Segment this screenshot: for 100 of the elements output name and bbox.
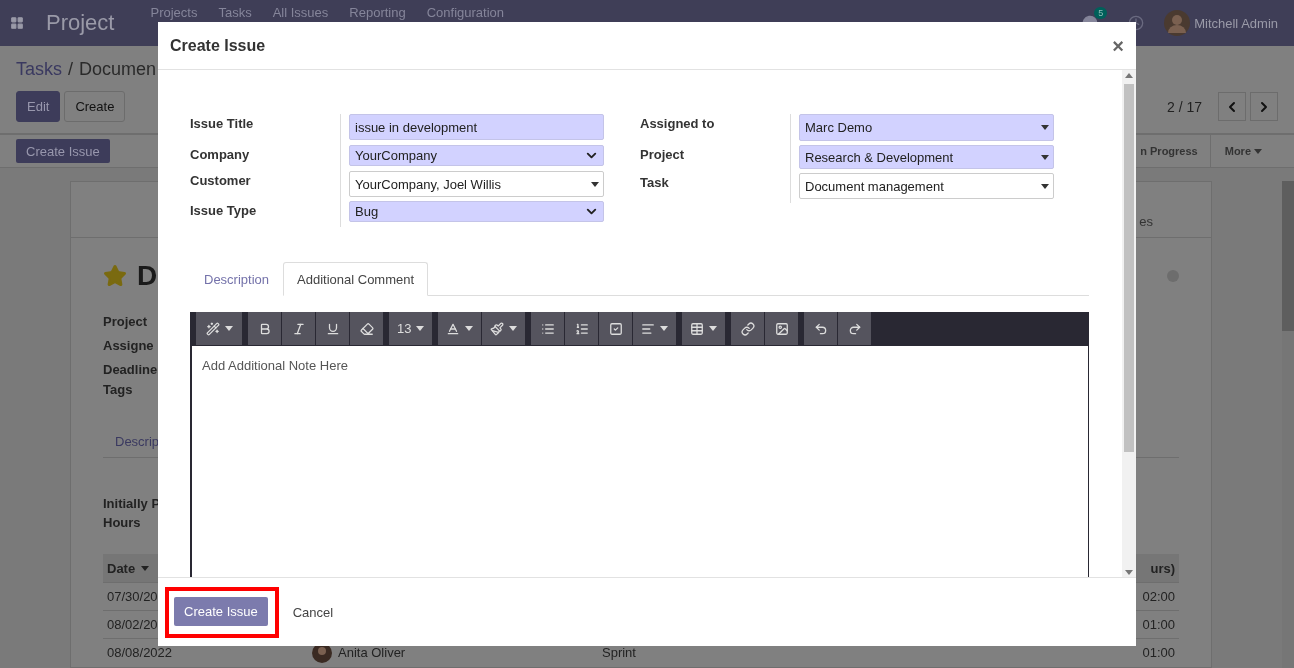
field-label: Issue Type bbox=[190, 201, 341, 227]
menu-item[interactable]: Tasks bbox=[218, 5, 252, 20]
more-button[interactable]: More bbox=[1210, 145, 1294, 157]
field-label: Project bbox=[103, 314, 148, 331]
dropdown-field[interactable]: YourCompany, Joel Willis bbox=[349, 171, 604, 197]
checkbox-icon bbox=[608, 321, 623, 336]
numbered-list-icon bbox=[574, 321, 589, 336]
table-cell-text: 08/02/20 bbox=[107, 617, 159, 632]
caret-icon bbox=[1254, 148, 1262, 154]
link-button[interactable] bbox=[731, 312, 765, 345]
stage-label[interactable]: n Progress bbox=[1140, 135, 1211, 167]
table-cell-text: 08/08/2022 bbox=[107, 645, 174, 660]
smart-button-label[interactable]: es bbox=[1139, 214, 1153, 229]
image-icon bbox=[774, 321, 789, 336]
caret-icon bbox=[1041, 125, 1049, 130]
select-field[interactable]: Bug bbox=[349, 201, 604, 222]
edit-button[interactable]: Edit bbox=[16, 91, 61, 122]
scroll-down-icon[interactable] bbox=[1125, 569, 1133, 575]
select-field[interactable]: YourCompany bbox=[349, 145, 604, 166]
breadcrumb-link[interactable]: Tasks bbox=[16, 58, 62, 80]
field-label: Company bbox=[190, 145, 341, 171]
caret-icon bbox=[1041, 183, 1049, 189]
field-label: Customer bbox=[190, 171, 341, 201]
dialog-title: Create Issue bbox=[170, 36, 266, 55]
caret-icon bbox=[224, 326, 233, 331]
undo-button[interactable] bbox=[804, 312, 838, 345]
apps-menu-icon[interactable] bbox=[10, 16, 24, 30]
caret-icon bbox=[591, 181, 599, 187]
dropdown-field[interactable]: Research & Development bbox=[799, 145, 1054, 169]
highlight-button[interactable] bbox=[482, 312, 526, 345]
notification-badge: 5 bbox=[1094, 7, 1108, 19]
underline-icon bbox=[325, 321, 340, 336]
style-button[interactable] bbox=[196, 312, 242, 345]
dropdown-field[interactable]: Marc Demo bbox=[799, 114, 1054, 141]
caret-icon bbox=[660, 326, 669, 331]
field-label: Hours bbox=[103, 515, 141, 532]
field-label: Project bbox=[640, 145, 791, 173]
italic-button[interactable] bbox=[282, 312, 315, 345]
table-cell-text: 07/30/20 bbox=[107, 589, 159, 604]
star-icon[interactable] bbox=[103, 264, 127, 288]
menu-item[interactable]: Projects bbox=[150, 5, 198, 20]
table-cell-text: 01:00 bbox=[1141, 617, 1175, 632]
table-cell-text: 01:00 bbox=[1141, 645, 1175, 660]
menu-item[interactable]: All Issues bbox=[272, 5, 329, 20]
redo-icon bbox=[847, 321, 862, 336]
align-button[interactable] bbox=[633, 312, 677, 345]
checklist-button[interactable] bbox=[599, 312, 633, 345]
table-cell-text: Sprint bbox=[602, 645, 637, 660]
field-label: Assigned to bbox=[640, 114, 791, 145]
breadcrumb-current: Documen bbox=[79, 58, 157, 80]
table-icon bbox=[690, 321, 705, 336]
bullet-list-icon bbox=[540, 321, 555, 336]
numbered-list-button[interactable] bbox=[565, 312, 599, 345]
align-left-icon bbox=[641, 321, 656, 336]
next-button[interactable] bbox=[1250, 92, 1278, 121]
bullet-list-button[interactable] bbox=[531, 312, 565, 345]
page-scrollbar[interactable] bbox=[1282, 181, 1294, 668]
caret-icon bbox=[709, 326, 718, 331]
clock-icon[interactable] bbox=[1128, 15, 1145, 31]
eraser-icon bbox=[359, 321, 374, 336]
table-button[interactable] bbox=[682, 312, 726, 345]
dialog-scrollbar[interactable] bbox=[1122, 70, 1136, 577]
paintbrush-icon bbox=[490, 321, 505, 336]
user-name[interactable]: Mitchell Admin bbox=[1194, 15, 1278, 31]
font-color-icon bbox=[446, 321, 461, 336]
redo-button[interactable] bbox=[838, 312, 872, 345]
caret-icon bbox=[141, 565, 150, 571]
dropdown-field[interactable]: Document management bbox=[799, 173, 1054, 199]
caret-icon bbox=[1041, 154, 1049, 160]
close-button[interactable]: × bbox=[1112, 35, 1124, 56]
caret-icon bbox=[465, 326, 474, 331]
create-issue-button[interactable]: Create Issue bbox=[174, 596, 268, 626]
font-size-button[interactable]: 13 bbox=[389, 312, 433, 345]
bold-button[interactable] bbox=[248, 312, 281, 345]
image-button[interactable] bbox=[765, 312, 799, 345]
link-icon bbox=[740, 321, 755, 336]
underline-button[interactable] bbox=[316, 312, 349, 345]
app-name: Project bbox=[46, 10, 115, 36]
magic-wand-icon bbox=[205, 321, 220, 336]
breadcrumb-separator: / bbox=[68, 58, 74, 80]
scroll-up-icon[interactable] bbox=[1125, 72, 1133, 78]
caret-icon bbox=[416, 326, 425, 331]
table-cell-text: 02:00 bbox=[1141, 589, 1175, 604]
menu-item[interactable]: Configuration bbox=[426, 5, 505, 20]
record-title: D bbox=[137, 260, 158, 292]
menu-item[interactable]: Reporting bbox=[349, 5, 406, 20]
field-label: Tags bbox=[103, 382, 133, 399]
pager-counter: 2 / 17 bbox=[1166, 98, 1202, 115]
eraser-button[interactable] bbox=[350, 312, 383, 345]
input-field[interactable]: issue in development bbox=[349, 114, 604, 140]
field-label: Deadline bbox=[103, 362, 158, 379]
field-label: Task bbox=[640, 173, 791, 203]
field-label: Issue Title bbox=[190, 114, 341, 145]
font-color-button[interactable] bbox=[438, 312, 482, 345]
cancel-button[interactable]: Cancel bbox=[282, 597, 344, 627]
undo-icon bbox=[813, 321, 828, 336]
create-issue-button[interactable]: Create Issue bbox=[16, 139, 110, 163]
previous-button[interactable] bbox=[1218, 92, 1246, 121]
create-button[interactable]: Create bbox=[64, 91, 126, 122]
tab[interactable]: Additional Comment bbox=[283, 262, 429, 296]
